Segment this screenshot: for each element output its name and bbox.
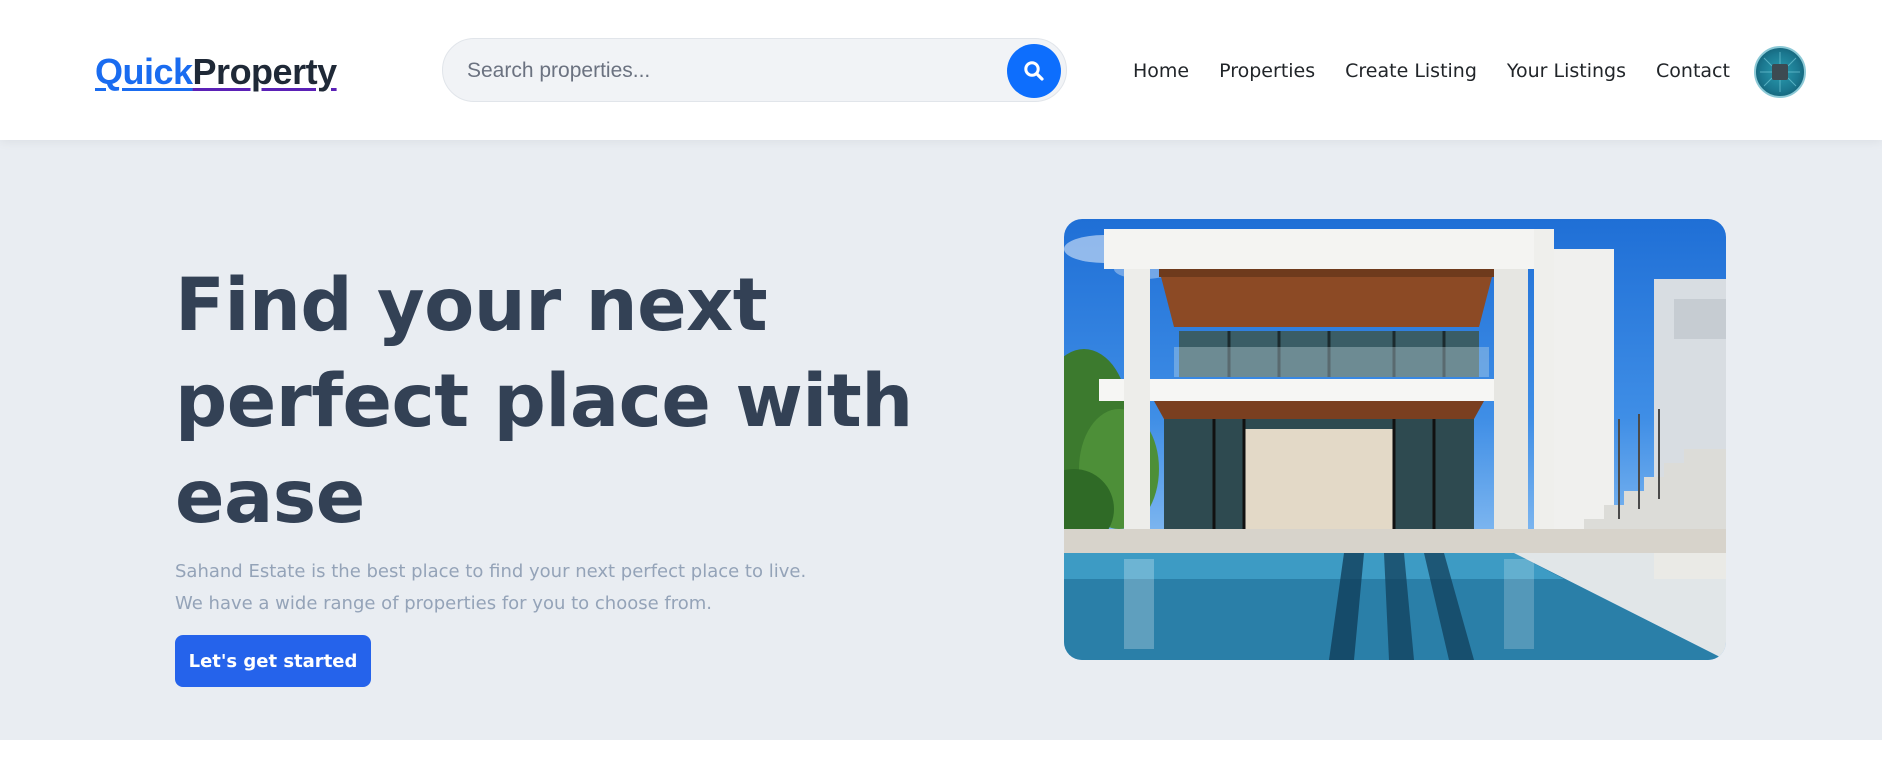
nav-home[interactable]: Home [1133, 56, 1189, 86]
hero-section: Find your next perfect place with ease S… [0, 140, 1882, 740]
logo-property: Property [192, 51, 338, 92]
logo[interactable]: QuickProperty [95, 50, 337, 94]
main-nav: Home Properties Create Listing Your List… [1133, 56, 1760, 86]
search-input[interactable] [465, 51, 985, 91]
avatar-icon[interactable] [1754, 46, 1806, 98]
search-bar [442, 38, 1067, 102]
hero-subtitle: Sahand Estate is the best place to find … [175, 556, 875, 620]
site-header: QuickProperty Home Properties Create Lis… [0, 0, 1882, 140]
get-started-button[interactable]: Let's get started [175, 635, 371, 687]
nav-create-listing[interactable]: Create Listing [1345, 56, 1477, 86]
hero-subtitle-line1: Sahand Estate is the best place to find … [175, 561, 807, 582]
logo-quick: Quick [95, 51, 193, 92]
avatar-chip [1772, 64, 1788, 80]
nav-your-listings[interactable]: Your Listings [1507, 56, 1626, 86]
search-button[interactable] [1007, 44, 1061, 98]
hero-subtitle-line2: We have a wide range of properties for y… [175, 593, 713, 614]
nav-properties[interactable]: Properties [1219, 56, 1315, 86]
hero-house-image [1064, 219, 1726, 660]
page-bottom [0, 740, 1882, 782]
search-icon [1024, 61, 1044, 81]
hero-title: Find your next perfect place with ease [175, 263, 913, 540]
nav-contact[interactable]: Contact [1656, 56, 1730, 86]
